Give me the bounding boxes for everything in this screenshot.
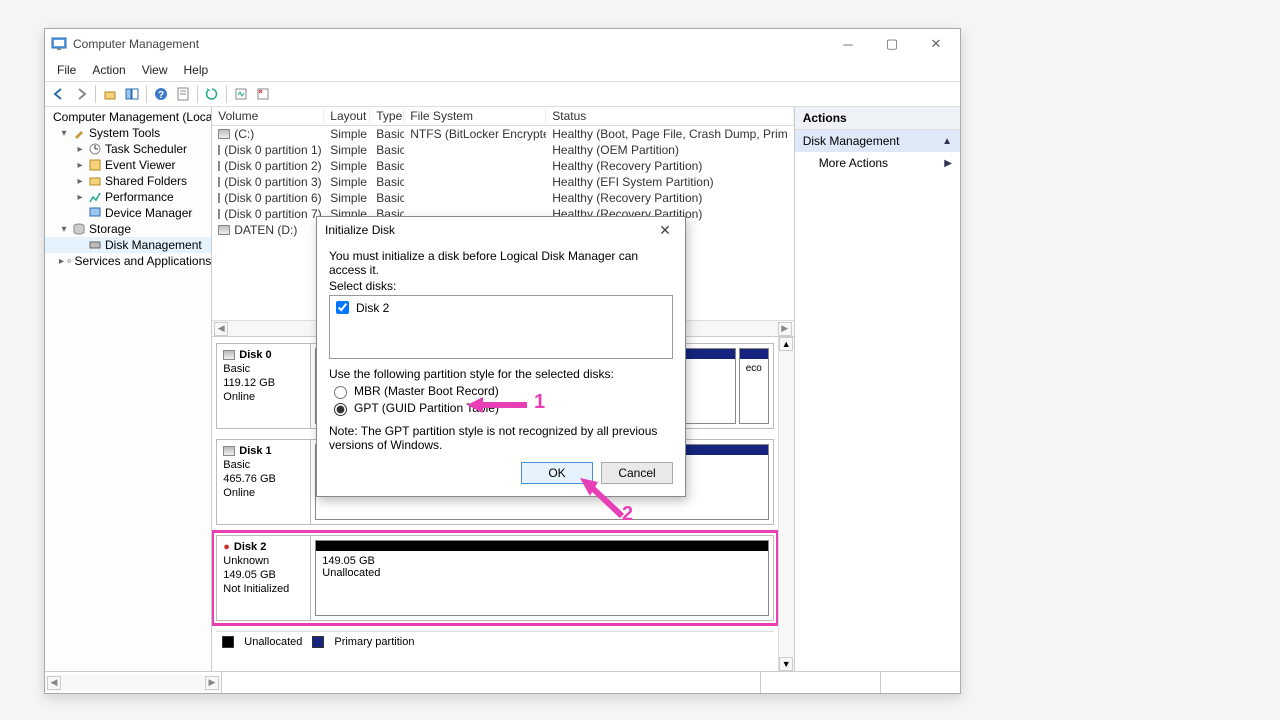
scroll-right-icon[interactable]: ▶ (778, 322, 792, 336)
tree-root[interactable]: Computer Management (Local (45, 109, 211, 125)
help-button[interactable]: ? (151, 84, 171, 104)
select-disks-label: Select disks: (329, 279, 673, 293)
maximize-button[interactable]: ▢ (870, 30, 914, 58)
initialize-disk-dialog: Initialize Disk ✕ You must initialize a … (316, 216, 686, 497)
scroll-left-icon[interactable]: ◀ (214, 322, 228, 336)
tree-scroll-right-icon[interactable]: ▶ (205, 676, 219, 690)
actions-pane: Actions Disk Management▲ More Actions▶ (795, 107, 960, 671)
annotation-number-1: 1 (534, 391, 545, 414)
tree-event-viewer[interactable]: ▸Event Viewer (45, 157, 211, 173)
properties-button[interactable] (173, 84, 193, 104)
mbr-radio[interactable]: MBR (Master Boot Record) (329, 383, 673, 399)
settings-button[interactable] (253, 84, 273, 104)
disk-vert-scroll[interactable]: ▲ ▼ (778, 337, 794, 671)
legend-unallocated: Unallocated (244, 636, 302, 648)
tree-task-scheduler[interactable]: ▸Task Scheduler (45, 141, 211, 157)
dialog-title: Initialize Disk (325, 223, 653, 237)
titlebar: Computer Management ─ ▢ ✕ (45, 29, 960, 59)
col-layout[interactable]: Layout (324, 107, 370, 125)
gpt-radio[interactable]: GPT (GUID Partition Table) (329, 400, 673, 416)
disk-select-list[interactable]: Disk 2 (329, 295, 673, 359)
menu-help[interactable]: Help (176, 61, 217, 79)
disk2-block[interactable]: ●Disk 2 Unknown 149.05 GB Not Initialize… (216, 535, 773, 621)
back-button[interactable] (49, 84, 69, 104)
table-row[interactable]: (Disk 0 partition 2)SimpleBasicHealthy (… (212, 158, 793, 174)
actions-header: Actions (795, 107, 960, 130)
menu-view[interactable]: View (134, 61, 176, 79)
minimize-button[interactable]: ─ (826, 30, 870, 58)
col-volume[interactable]: Volume (212, 107, 324, 125)
tree-services[interactable]: ▸Services and Applications (45, 253, 211, 269)
tree-device-manager[interactable]: Device Manager (45, 205, 211, 221)
menubar: File Action View Help (45, 59, 960, 81)
tree-scroll-left-icon[interactable]: ◀ (47, 676, 61, 690)
mbr-radio-input[interactable] (334, 386, 347, 399)
legend-primary: Primary partition (334, 636, 414, 648)
actions-more[interactable]: More Actions▶ (795, 152, 960, 174)
annotation-number-2: 2 (622, 503, 633, 526)
up-button[interactable] (100, 84, 120, 104)
gpt-radio-input[interactable] (334, 403, 347, 416)
svg-text:?: ? (158, 90, 164, 101)
col-type[interactable]: Type (370, 107, 404, 125)
close-button[interactable]: ✕ (914, 30, 958, 58)
partition-style-label: Use the following partition style for th… (329, 367, 673, 381)
forward-button[interactable] (71, 84, 91, 104)
tree-performance[interactable]: ▸Performance (45, 189, 211, 205)
legend-unallocated-swatch (222, 636, 234, 648)
dialog-intro: You must initialize a disk before Logica… (329, 249, 673, 277)
disk2-checkbox-input[interactable] (336, 301, 349, 314)
menu-action[interactable]: Action (84, 61, 133, 79)
scroll-down-icon[interactable]: ▼ (779, 657, 793, 671)
chevron-right-icon: ▶ (944, 158, 952, 169)
ok-button[interactable]: OK (521, 462, 593, 484)
chevron-up-icon: ▲ (942, 136, 952, 147)
list-header[interactable]: Volume Layout Type File System Status (212, 107, 793, 126)
tree-disk-management[interactable]: Disk Management (45, 237, 211, 253)
window-title: Computer Management (73, 37, 826, 51)
disk-icon (223, 446, 235, 456)
refresh-button[interactable] (202, 84, 222, 104)
show-hide-tree-button[interactable] (122, 84, 142, 104)
app-icon (51, 36, 67, 52)
tree-pane[interactable]: Computer Management (Local ▾System Tools… (45, 107, 212, 671)
table-row[interactable]: (C:)SimpleBasicNTFS (BitLocker Encrypted… (212, 126, 793, 142)
scroll-up-icon[interactable]: ▲ (779, 337, 793, 351)
tree-system-tools[interactable]: ▾System Tools (45, 125, 211, 141)
table-row[interactable]: (Disk 0 partition 3)SimpleBasicHealthy (… (212, 174, 793, 190)
menu-file[interactable]: File (49, 61, 84, 79)
cancel-button[interactable]: Cancel (601, 462, 673, 484)
gpt-note: Note: The GPT partition style is not rec… (329, 424, 673, 452)
col-status[interactable]: Status (546, 107, 793, 125)
dialog-close-button[interactable]: ✕ (653, 222, 677, 239)
legend-bar: Unallocated Primary partition (216, 631, 773, 651)
table-row[interactable]: (Disk 0 partition 1)SimpleBasicHealthy (… (212, 142, 793, 158)
view-mode-button[interactable] (231, 84, 251, 104)
legend-primary-swatch (312, 636, 324, 648)
disk2-checkbox[interactable]: Disk 2 (332, 298, 670, 317)
toolbar: ? (45, 81, 960, 107)
col-filesystem[interactable]: File System (404, 107, 546, 125)
statusbar: ◀ ▶ (45, 671, 960, 693)
table-row[interactable]: (Disk 0 partition 6)SimpleBasicHealthy (… (212, 190, 793, 206)
tree-shared-folders[interactable]: ▸Shared Folders (45, 173, 211, 189)
disk-icon (223, 350, 235, 360)
actions-section-diskmgmt[interactable]: Disk Management▲ (795, 130, 960, 152)
error-icon: ● (223, 540, 230, 554)
tree-storage[interactable]: ▾Storage (45, 221, 211, 237)
